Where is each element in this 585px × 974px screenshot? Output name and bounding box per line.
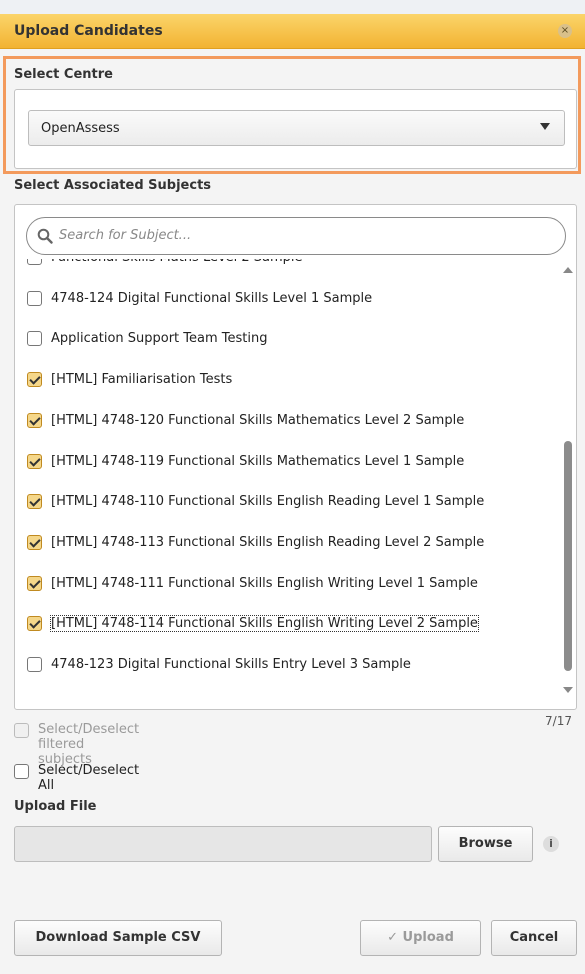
browse-button[interactable]: Browse <box>438 826 533 862</box>
subject-label: [HTML] 4748-110 Functional Skills Englis… <box>51 494 485 509</box>
search-placeholder: Search for Subject... <box>59 228 192 243</box>
subject-checkbox[interactable] <box>27 494 42 509</box>
subject-checkbox[interactable] <box>27 454 42 469</box>
subject-checkbox[interactable] <box>27 657 42 672</box>
dialog-title: Upload Candidates <box>14 23 163 39</box>
scroll-down-icon[interactable] <box>563 687 573 693</box>
subject-checkbox[interactable] <box>27 413 42 428</box>
upload-button-label: Upload <box>402 930 454 945</box>
subject-checkbox[interactable] <box>27 291 42 306</box>
centre-panel: OpenAssess <box>14 89 577 169</box>
subject-label: [HTML] Familiarisation Tests <box>51 372 233 387</box>
subject-list-scrollbar[interactable] <box>561 267 575 697</box>
chevron-down-icon <box>540 123 550 130</box>
checkmark-icon: ✓ <box>387 930 403 945</box>
subject-label: [HTML] 4748-120 Functional Skills Mathem… <box>51 413 465 428</box>
centre-select-value: OpenAssess <box>41 121 120 136</box>
upload-file-label: Upload File <box>14 799 97 814</box>
search-icon <box>37 228 53 244</box>
download-sample-csv-button[interactable]: Download Sample CSV <box>14 920 222 956</box>
close-icon[interactable]: × <box>558 24 572 38</box>
subject-checkbox[interactable] <box>27 616 42 631</box>
subject-checkbox[interactable] <box>27 576 42 591</box>
dialog-title-bar: Upload Candidates × <box>0 14 585 49</box>
subject-label: [HTML] 4748-111 Functional Skills Englis… <box>51 576 478 591</box>
scroll-thumb[interactable] <box>564 441 572 671</box>
subject-list: Functional Skills Maths Level 2 Sample 47… <box>15 259 560 709</box>
upload-candidates-dialog: Upload Candidates × Select Centre OpenAs… <box>0 14 585 974</box>
subject-label: Application Support Team Testing <box>51 331 268 346</box>
subject-checkbox[interactable] <box>27 535 42 550</box>
subject-label: [HTML] 4748-114 Functional Skills Englis… <box>50 615 479 632</box>
subject-checkbox[interactable] <box>27 372 42 387</box>
subject-label: 4748-124 Digital Functional Skills Level… <box>51 291 373 306</box>
select-centre-label: Select Centre <box>14 67 113 82</box>
cancel-button[interactable]: Cancel <box>491 920 577 956</box>
select-all-checkbox[interactable] <box>14 764 29 779</box>
selected-count: 7/17 <box>545 714 572 728</box>
subject-label: Functional Skills Maths Level 2 Sample <box>51 259 303 265</box>
select-filtered-label: Select/Deselect filtered subjects <box>38 722 140 767</box>
select-filtered-checkbox[interactable] <box>14 723 29 738</box>
info-icon[interactable]: i <box>543 836 559 852</box>
upload-button[interactable]: ✓ Upload <box>360 920 481 956</box>
subject-checkbox[interactable] <box>27 259 42 265</box>
background-window-strip <box>0 0 585 15</box>
select-subjects-label: Select Associated Subjects <box>14 178 212 193</box>
scroll-up-icon[interactable] <box>563 267 573 273</box>
subject-label: [HTML] 4748-113 Functional Skills Englis… <box>51 535 485 550</box>
subject-label: [HTML] 4748-119 Functional Skills Mathem… <box>51 454 465 469</box>
upload-file-input[interactable] <box>14 826 432 862</box>
centre-select[interactable]: OpenAssess <box>28 110 565 146</box>
subject-checkbox[interactable] <box>27 331 42 346</box>
subjects-panel: Search for Subject... Functional Skills … <box>14 204 577 710</box>
select-all-label: Select/Deselect All <box>38 763 140 793</box>
subject-label: 4748-123 Digital Functional Skills Entry… <box>51 657 411 672</box>
subject-search-input[interactable]: Search for Subject... <box>26 217 566 255</box>
